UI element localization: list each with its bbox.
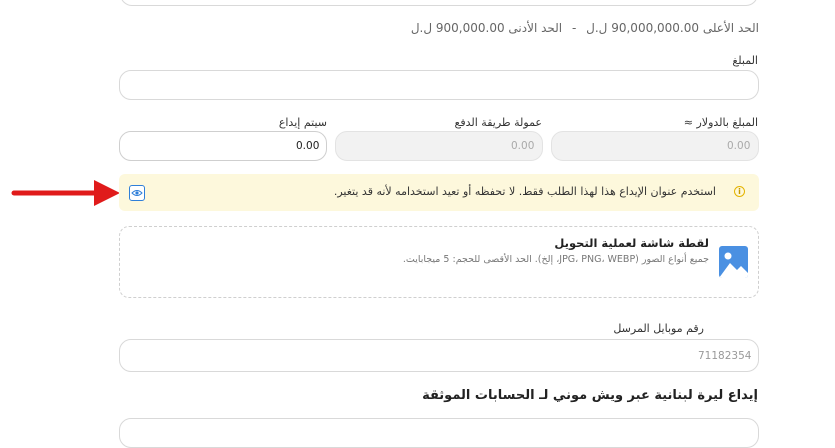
deposit-label: سيتم إيداع [278, 116, 327, 129]
amount-label: المبلغ [732, 54, 758, 67]
image-icon [719, 246, 748, 278]
max-limit: الحد الأعلى 90,000,000.00 ل.ل [586, 21, 759, 35]
screenshot-upload-zone[interactable]: لقطة شاشة لعملية التحويل جميع أنواع الصو… [119, 226, 759, 298]
limits-separator: - [571, 21, 577, 35]
top-input-partial[interactable] [120, 0, 758, 6]
section-title: إيداع ليرة لبنانية عبر ويش موني لـ الحسا… [422, 388, 758, 403]
notice-box: استخدم عنوان الإيداع هذا لهذا الطلب فقط.… [119, 174, 759, 211]
bottom-input-partial[interactable] [119, 418, 759, 448]
fee-input[interactable]: 0.00 [335, 131, 543, 161]
upload-hint: جميع أنواع الصور (JPG، PNG، WEBP، إلخ). … [402, 254, 709, 265]
fee-label: عمولة طريقة الدفع [454, 116, 543, 129]
eye-icon[interactable] [129, 185, 145, 201]
usd-amount-input[interactable]: 0.00 [551, 131, 759, 161]
info-icon: i [734, 186, 745, 197]
sender-mobile-input[interactable]: 71182354 [119, 339, 759, 372]
limits-line: الحد الأعلى 90,000,000.00 ل.ل - الحد الأ… [411, 21, 759, 35]
upload-title: لقطة شاشة لعملية التحويل [554, 236, 709, 250]
deposit-input[interactable]: 0.00 [119, 131, 327, 161]
sender-mobile-label: رقم موبايل المرسل [613, 322, 704, 335]
red-arrow-annotation [11, 180, 120, 206]
notice-text: استخدم عنوان الإيداع هذا لهذا الطلب فقط.… [333, 185, 716, 198]
min-limit: الحد الأدنى 900,000.00 ل.ل [410, 21, 563, 35]
usd-amount-label: المبلغ بالدولار ≈ [683, 116, 758, 129]
amount-input[interactable] [119, 70, 759, 100]
